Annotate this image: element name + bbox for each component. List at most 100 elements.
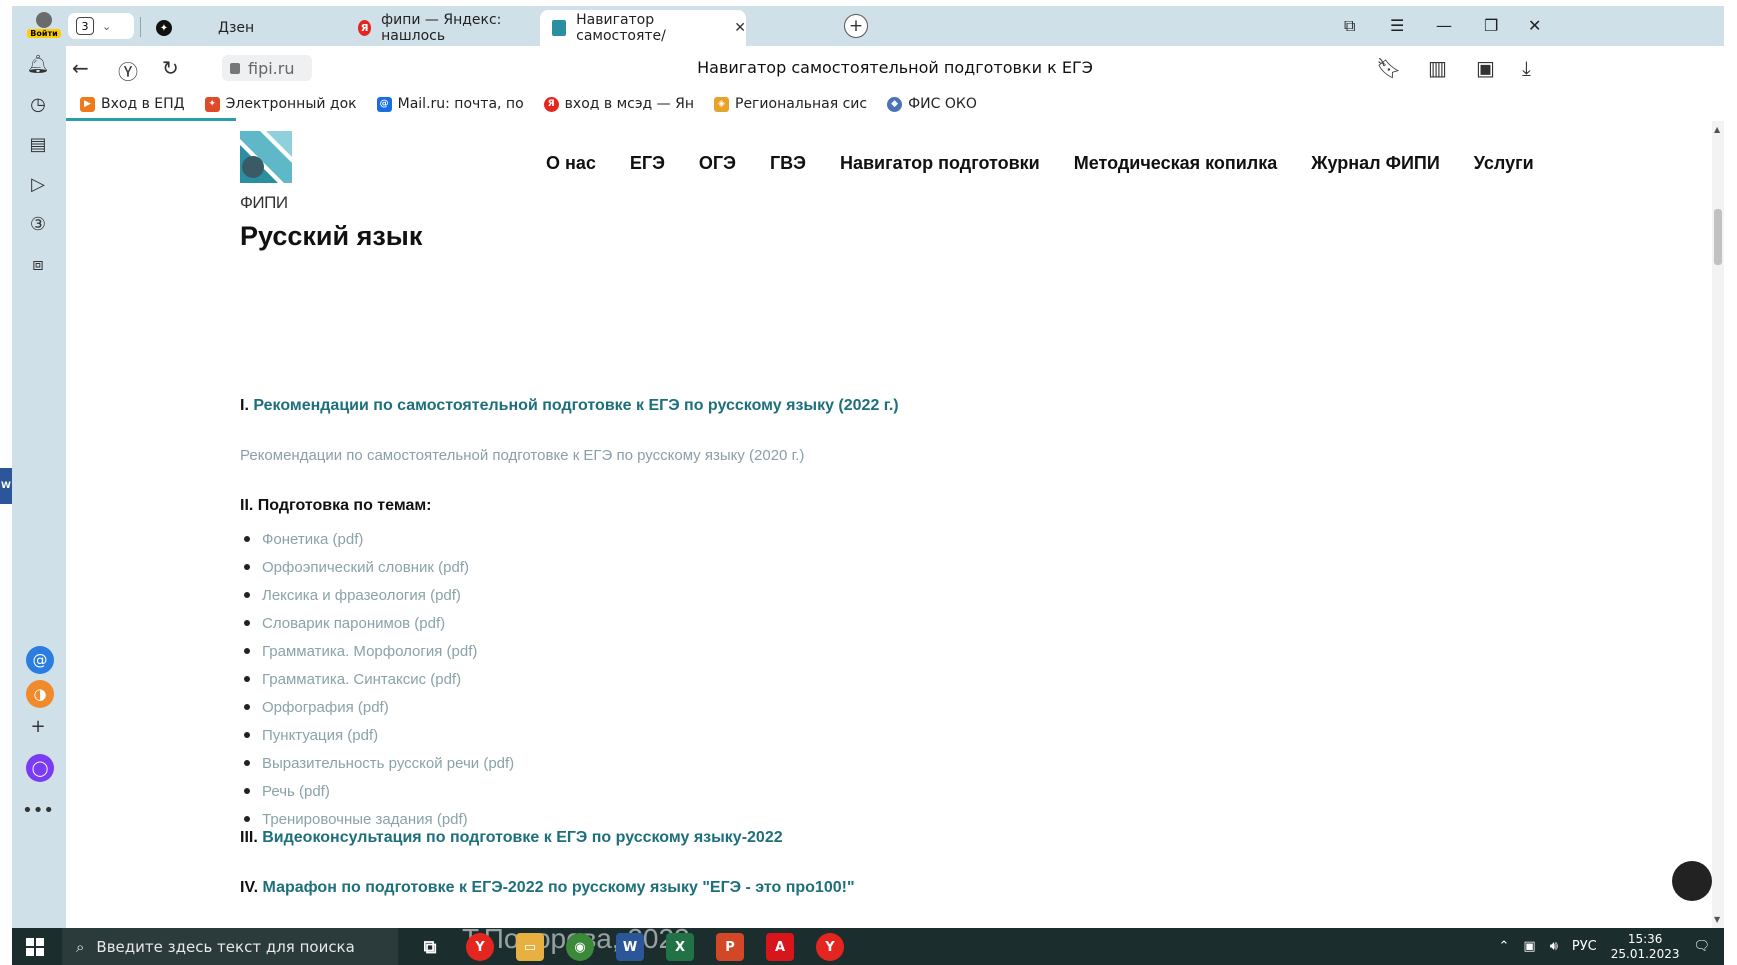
scroll-down-icon[interactable]: ▼ bbox=[1714, 915, 1720, 924]
bookmark-item[interactable]: Я вход в мсэд — Ян bbox=[543, 96, 694, 112]
fipi-logo[interactable]: ФИПИ bbox=[240, 131, 300, 212]
address-bar[interactable]: fipi.ru bbox=[222, 55, 312, 81]
menu-icon[interactable]: ☰ bbox=[1390, 16, 1404, 35]
close-window-icon[interactable]: ✕ bbox=[1528, 16, 1541, 35]
yandex-browser-icon[interactable]: Y bbox=[466, 933, 494, 961]
profile-button[interactable]: Войти bbox=[24, 10, 64, 44]
mail-app-icon[interactable]: @ bbox=[26, 646, 54, 674]
clock[interactable]: 15:36 25.01.2023 bbox=[1611, 932, 1680, 962]
tab-feed-icon-only[interactable]: ✦ bbox=[144, 10, 214, 46]
word-icon[interactable]: W bbox=[0, 468, 12, 504]
topic-link[interactable]: Лексика и фразеология (pdf) bbox=[262, 587, 461, 604]
list-item[interactable]: Пунктуация (pdf) bbox=[244, 721, 514, 749]
language-indicator[interactable]: РУС bbox=[1572, 939, 1597, 954]
add-app-icon[interactable]: + bbox=[26, 714, 50, 738]
bookmark-item[interactable]: @ Mail.ru: почта, по bbox=[376, 96, 524, 112]
desktop-edge-right bbox=[1724, 0, 1737, 965]
network-icon[interactable]: ▣ bbox=[1523, 939, 1535, 954]
acrobat-app-icon[interactable]: A bbox=[766, 933, 794, 961]
nav-navigator[interactable]: Навигатор подготовки bbox=[840, 153, 1040, 174]
more-icon[interactable]: ••• bbox=[22, 798, 54, 822]
play-icon[interactable]: ▷ bbox=[26, 172, 50, 196]
bookmarks-panel-icon[interactable]: ▤ bbox=[26, 132, 50, 156]
list-item[interactable]: Грамматика. Синтаксис (pdf) bbox=[244, 665, 514, 693]
nav-gve[interactable]: ГВЭ bbox=[770, 153, 806, 174]
tab-counter-button[interactable]: 3 ⌄ bbox=[68, 13, 134, 39]
bookmark-item[interactable]: ▶ Вход в ЕПД bbox=[80, 96, 185, 112]
screenshot-icon[interactable]: ⧈ bbox=[26, 252, 50, 276]
nav-methods[interactable]: Методическая копилка bbox=[1074, 153, 1278, 174]
collections-icon[interactable]: ⧉ bbox=[1344, 16, 1355, 36]
chevron-up-icon[interactable]: ⌃ bbox=[1499, 939, 1510, 954]
list-item[interactable]: Орфоэпический словник (pdf) bbox=[244, 553, 514, 581]
floating-action-button[interactable] bbox=[1672, 861, 1712, 901]
topic-link[interactable]: Пунктуация (pdf) bbox=[262, 727, 378, 744]
list-item[interactable]: Грамматика. Морфология (pdf) bbox=[244, 637, 514, 665]
history-icon[interactable]: ◷ bbox=[26, 92, 50, 116]
recommendations-2022-link[interactable]: Рекомендации по самостоятельной подготов… bbox=[253, 397, 898, 414]
tabs-panel-icon[interactable]: ③ bbox=[26, 212, 50, 236]
yandex-home-icon[interactable]: Ⓨ bbox=[118, 56, 138, 85]
alice-icon[interactable]: ◯ bbox=[26, 754, 54, 782]
topic-link[interactable]: Выразительность русской речи (pdf) bbox=[262, 755, 514, 772]
topic-link[interactable]: Словарик паронимов (pdf) bbox=[262, 615, 445, 632]
tab-navigator[interactable]: Навигатор самостояте/ ✕ bbox=[540, 10, 746, 46]
topic-link[interactable]: Грамматика. Синтаксис (pdf) bbox=[262, 671, 461, 688]
list-item[interactable]: Речь (pdf) bbox=[244, 777, 514, 805]
reader-icon[interactable]: ▥ bbox=[1428, 56, 1447, 80]
nav-about[interactable]: О нас bbox=[546, 153, 596, 174]
music-app-icon[interactable]: ◑ bbox=[26, 680, 54, 708]
topic-link[interactable]: Фонетика (pdf) bbox=[262, 531, 363, 548]
scroll-thumb[interactable] bbox=[1714, 209, 1722, 265]
reload-icon[interactable]: ↻ bbox=[162, 56, 179, 80]
nav-oge[interactable]: ОГЭ bbox=[699, 153, 736, 174]
scroll-up-icon[interactable]: ▲ bbox=[1714, 125, 1720, 134]
tab-yandex-search[interactable]: Я фипи — Яндекс: нашлось bbox=[346, 10, 536, 46]
bookmark-label: вход в мсэд — Ян bbox=[564, 96, 694, 112]
nav-ege[interactable]: ЕГЭ bbox=[630, 153, 665, 174]
bell-icon[interactable]: 🔔︎ bbox=[26, 52, 50, 76]
topic-link[interactable]: Речь (pdf) bbox=[262, 783, 330, 800]
extension-icon[interactable]: ▣ bbox=[1476, 56, 1495, 80]
bookmark-item[interactable]: ✦ Электронный док bbox=[204, 96, 357, 112]
minimize-icon[interactable]: — bbox=[1436, 16, 1452, 35]
close-icon[interactable]: ✕ bbox=[734, 20, 746, 36]
volume-icon[interactable]: 🔊︎ bbox=[1550, 939, 1558, 954]
chrome-icon[interactable]: ◉ bbox=[566, 933, 594, 961]
bookmark-item[interactable]: ◈ Региональная сис bbox=[714, 96, 867, 112]
file-explorer-icon[interactable]: ▭ bbox=[516, 933, 544, 961]
restore-icon[interactable]: ❐ bbox=[1484, 16, 1498, 35]
powerpoint-app-icon[interactable]: P bbox=[716, 933, 744, 961]
video-consultation-link[interactable]: Видеоконсультация по подготовке к ЕГЭ по… bbox=[262, 829, 782, 846]
bullet bbox=[244, 592, 250, 598]
topic-link[interactable]: Орфоэпический словник (pdf) bbox=[262, 559, 469, 576]
topic-link[interactable]: Грамматика. Морфология (pdf) bbox=[262, 643, 477, 660]
word-app-icon[interactable]: W bbox=[616, 933, 644, 961]
list-item[interactable]: Лексика и фразеология (pdf) bbox=[244, 581, 514, 609]
bookmark-item[interactable]: ◆ ФИС ОКО bbox=[887, 96, 977, 112]
bookmark-favicon: ◈ bbox=[714, 96, 729, 112]
download-icon[interactable]: ⤓ bbox=[1522, 56, 1531, 80]
back-arrow-icon[interactable]: ← bbox=[72, 56, 89, 80]
taskbar-search[interactable]: ⌕ Введите здесь текст для поиска bbox=[62, 928, 398, 965]
new-tab-button[interactable]: + bbox=[844, 14, 868, 38]
scrollbar[interactable]: ▲ ▼ bbox=[1712, 121, 1724, 928]
windows-start-icon[interactable] bbox=[26, 938, 44, 956]
bookmark-icon[interactable]: 🔖︎ bbox=[1376, 56, 1401, 80]
list-item[interactable]: Выразительность русской речи (pdf) bbox=[244, 749, 514, 777]
list-item[interactable]: Фонетика (pdf) bbox=[244, 525, 514, 553]
topic-link[interactable]: Тренировочные задания (pdf) bbox=[262, 811, 468, 828]
yandex-active-icon[interactable]: Y bbox=[816, 933, 844, 961]
topic-link[interactable]: Орфография (pdf) bbox=[262, 699, 389, 716]
tab-dzen[interactable]: Дзен bbox=[206, 10, 346, 46]
notifications-icon[interactable]: 🗨︎ bbox=[1693, 939, 1710, 954]
recommendations-2020-link[interactable]: Рекомендации по самостоятельной подготов… bbox=[240, 447, 804, 464]
task-view-icon[interactable]: ⧉ bbox=[416, 933, 444, 961]
list-item[interactable]: Словарик паронимов (pdf) bbox=[244, 609, 514, 637]
nav-journal[interactable]: Журнал ФИПИ bbox=[1311, 153, 1440, 174]
nav-services[interactable]: Услуги bbox=[1474, 153, 1534, 174]
marathon-link[interactable]: Марафон по подготовке к ЕГЭ-2022 по русс… bbox=[263, 879, 855, 896]
section-number: IV. bbox=[240, 879, 259, 896]
list-item[interactable]: Орфография (pdf) bbox=[244, 693, 514, 721]
excel-app-icon[interactable]: X bbox=[666, 933, 694, 961]
